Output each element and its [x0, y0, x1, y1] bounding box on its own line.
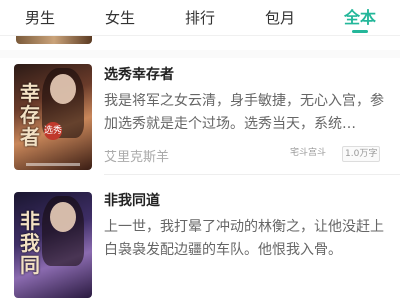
tab-monthly[interactable]: 包月: [240, 0, 320, 36]
book-description: 我是将军之女云清，身手敏捷，无心入宫，参加选秀就是走个过场。选秀当天，系统…: [104, 93, 384, 132]
book-title[interactable]: 非我同道: [104, 190, 160, 210]
cover-title: 幸存者: [20, 81, 40, 149]
category-tag: 宅斗宫斗: [290, 148, 327, 158]
book-title[interactable]: 选秀幸存者: [104, 64, 174, 84]
tab-label: 男生: [24, 8, 55, 27]
cover-badge: 选秀: [44, 122, 62, 140]
tab-complete[interactable]: 全本: [320, 0, 400, 36]
tab-label: 全本: [343, 7, 376, 27]
book-description: 上一世，我打晕了冲动的林衡之，让他没赶上白袅袅发配边疆的车队。他恨我入骨。: [104, 219, 384, 258]
book-list-item[interactable]: 幸存者 选秀 选秀幸存者 我是将军之女云清，身手敏捷，无心入宫，参加选秀就是走个…: [0, 58, 400, 178]
book-list-item[interactable]: 非我同 非我同道 上一世，我打晕了冲动的林衡之，让他没赶上白袅袅发配边疆的车队。…: [0, 178, 400, 298]
cover-title: 非我同: [20, 209, 40, 277]
cover-face: [50, 202, 76, 232]
tab-label: 排行: [184, 8, 215, 27]
top-tab-bar: 男生 女生 排行 包月 全本: [0, 0, 400, 36]
book-author[interactable]: 艾里克斯羊: [104, 146, 169, 165]
tab-label: 包月: [264, 8, 295, 27]
tab-female[interactable]: 女生: [80, 0, 160, 36]
list-divider: [0, 50, 400, 58]
book-cover[interactable]: 幸存者 选秀: [14, 64, 92, 170]
book-cover[interactable]: 非我同: [14, 192, 92, 298]
cover-decoration: [26, 163, 80, 166]
tab-male[interactable]: 男生: [0, 0, 80, 36]
item-divider: [104, 174, 400, 175]
active-tab-indicator: [352, 29, 368, 33]
word-count-tag: 1.0万字: [342, 146, 381, 162]
cover-face: [50, 74, 76, 104]
tab-ranking[interactable]: 排行: [160, 0, 240, 36]
tab-label: 女生: [104, 8, 135, 27]
